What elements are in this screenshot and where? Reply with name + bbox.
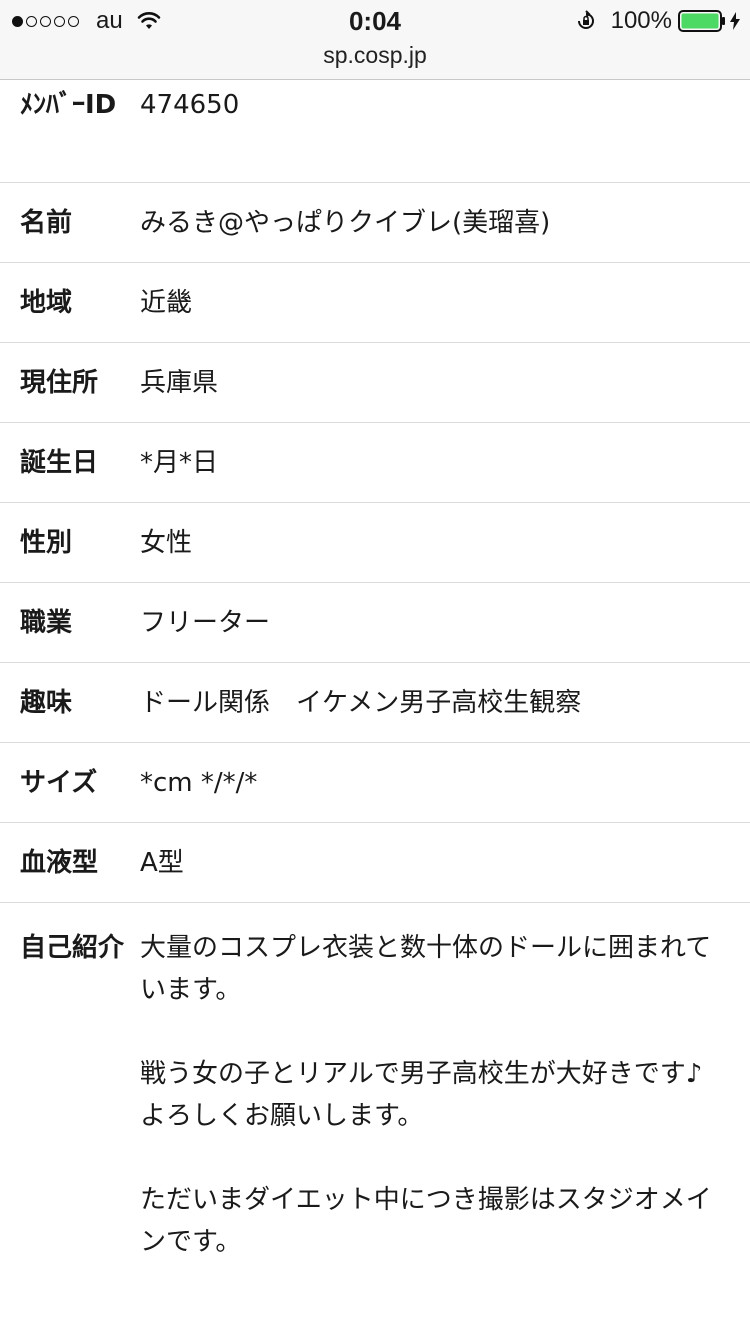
- status-bar: au 0:04 100% sp.cosp.jp: [0, 0, 750, 80]
- row-label: 誕生日: [20, 447, 99, 478]
- row-value: A型: [140, 847, 184, 878]
- charging-bolt-icon: [730, 12, 740, 30]
- row-label: 名前: [20, 207, 73, 238]
- row-label: 現住所: [20, 367, 99, 398]
- rotation-lock-icon: [577, 10, 594, 29]
- profile-table: ﾒﾝﾊﾞｰID 474650 名前 みるき@やっぱりクイブレ(美瑠喜) 地域 近…: [0, 80, 750, 1263]
- row-label: 趣味: [20, 687, 73, 718]
- row-value: 兵庫県: [140, 367, 219, 398]
- profile-row-occupation: 職業 フリーター: [0, 583, 750, 663]
- profile-row-gender: 性別 女性: [0, 503, 750, 583]
- row-value: 474650: [140, 90, 240, 120]
- profile-row-region: 地域 近畿: [0, 263, 750, 343]
- row-value: みるき@やっぱりクイブレ(美瑠喜): [140, 207, 551, 238]
- row-value: 近畿: [140, 287, 193, 318]
- row-value: 女性: [140, 527, 193, 558]
- row-value: *月*日: [140, 447, 219, 478]
- row-label: 職業: [20, 607, 73, 638]
- profile-row-blood-type: 血液型 A型: [0, 823, 750, 903]
- row-label: 自己紹介: [20, 933, 125, 963]
- profile-row-size: サイズ *cm */*/*: [0, 743, 750, 823]
- row-label: ﾒﾝﾊﾞｰID: [20, 90, 117, 120]
- row-label: 血液型: [20, 847, 99, 878]
- profile-row-birthday: 誕生日 *月*日: [0, 423, 750, 503]
- battery-percent: 100%: [610, 7, 672, 34]
- row-label: 性別: [20, 527, 73, 558]
- status-right: 100%: [575, 7, 740, 34]
- profile-row-hobby: 趣味 ドール関係 イケメン男子高校生観察: [0, 663, 750, 743]
- profile-row-address: 現住所 兵庫県: [0, 343, 750, 423]
- battery-icon: [678, 10, 725, 32]
- row-value: *cm */*/*: [140, 767, 258, 798]
- row-value: フリーター: [140, 607, 271, 638]
- row-label: サイズ: [20, 767, 98, 798]
- profile-row-name: 名前 みるき@やっぱりクイブレ(美瑠喜): [0, 183, 750, 263]
- row-label: 地域: [20, 287, 73, 318]
- profile-row-member-id: ﾒﾝﾊﾞｰID 474650: [0, 80, 750, 183]
- profile-row-self-intro: 自己紹介 大量のコスプレ衣装と数十体のドールに囲まれています。 戦う女の子とリア…: [0, 903, 750, 1263]
- row-value: ドール関係 イケメン男子高校生観察: [140, 687, 582, 718]
- url-bar[interactable]: sp.cosp.jp: [0, 42, 750, 69]
- self-intro-text: 大量のコスプレ衣装と数十体のドールに囲まれています。 戦う女の子とリアルで男子高…: [140, 933, 712, 1257]
